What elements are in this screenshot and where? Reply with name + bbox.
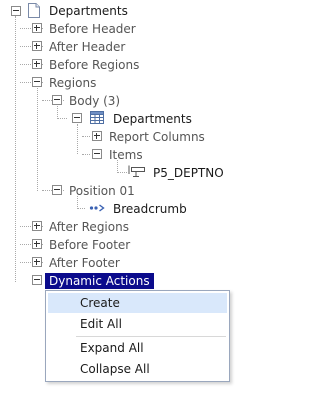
breadcrumb-icon: [89, 204, 105, 212]
menu-item-create[interactable]: Create: [48, 293, 227, 313]
report-table-icon: [90, 111, 104, 124]
expand-before-header-toggle[interactable]: [32, 23, 42, 33]
tree-node-report-columns[interactable]: Report Columns: [109, 130, 205, 144]
tree-node-before-regions[interactable]: Before Regions: [49, 58, 139, 72]
tree-node-departments-region[interactable]: Departments: [113, 112, 192, 126]
tree-node-items[interactable]: Items: [109, 148, 143, 162]
tree-line-departments: [77, 124, 78, 154]
hidden-item-icon: [128, 165, 145, 177]
collapse-departments-region-toggle[interactable]: [72, 113, 82, 123]
collapse-position-01-toggle[interactable]: [52, 185, 62, 195]
tree-line-regions: [37, 88, 38, 191]
expand-after-header-toggle[interactable]: [32, 41, 42, 51]
collapse-items-toggle[interactable]: [92, 149, 102, 159]
menu-item-edit-all[interactable]: Edit All: [48, 314, 227, 334]
tree-node-after-footer[interactable]: After Footer: [49, 256, 120, 270]
collapse-body-toggle[interactable]: [52, 95, 62, 105]
menu-item-expand-all[interactable]: Expand All: [48, 338, 227, 358]
collapse-root-toggle[interactable]: [11, 6, 21, 16]
tree-node-regions[interactable]: Regions: [49, 76, 96, 90]
tree-line: [57, 118, 67, 119]
expand-before-footer-toggle[interactable]: [32, 239, 42, 249]
tree-line: [117, 172, 127, 173]
tree-line: [82, 136, 90, 137]
menu-item-collapse-all[interactable]: Collapse All: [48, 359, 227, 379]
tree-line: [82, 154, 90, 155]
tree-node-after-header[interactable]: After Header: [49, 40, 125, 54]
tree-node-after-regions[interactable]: After Regions: [49, 220, 129, 234]
menu-separator: [76, 336, 226, 337]
collapse-regions-toggle[interactable]: [32, 77, 42, 87]
tree-node-dynamic-actions[interactable]: Dynamic Actions: [45, 273, 154, 289]
expand-report-columns-toggle[interactable]: [92, 131, 102, 141]
tree-node-breadcrumb[interactable]: Breadcrumb: [113, 202, 187, 216]
expand-before-regions-toggle[interactable]: [32, 59, 42, 69]
tree-node-before-header[interactable]: Before Header: [49, 22, 136, 36]
expand-after-regions-toggle[interactable]: [32, 221, 42, 231]
page-icon: [28, 3, 40, 18]
tree-line-main: [15, 16, 16, 282]
expand-after-footer-toggle[interactable]: [32, 257, 42, 267]
tree-node-body[interactable]: Body (3): [69, 94, 120, 108]
tree-node-departments-page[interactable]: Departments: [49, 4, 128, 18]
tree-line: [77, 208, 85, 209]
collapse-dynamic-actions-toggle[interactable]: [32, 275, 42, 285]
context-menu: Create Edit All Expand All Collapse All: [45, 290, 230, 382]
tree-node-before-footer[interactable]: Before Footer: [49, 238, 130, 252]
tree-node-position-01[interactable]: Position 01: [69, 184, 135, 198]
tree-node-p5-deptno[interactable]: P5_DEPTNO: [153, 166, 224, 180]
